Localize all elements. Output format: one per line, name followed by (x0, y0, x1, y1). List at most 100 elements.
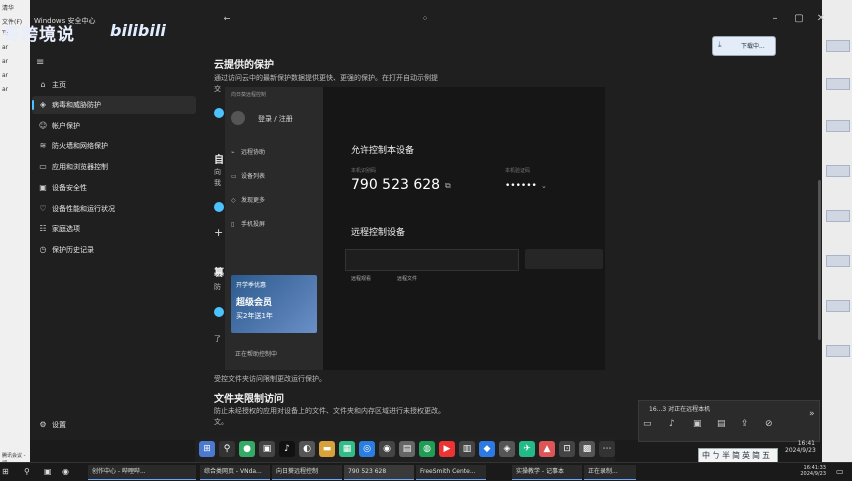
sidebar-item-label: 设备性能和运行状况 (52, 205, 115, 213)
app-icon[interactable]: ▦ (339, 441, 355, 457)
thumbnail[interactable] (826, 165, 850, 177)
thumbnail[interactable] (826, 300, 850, 312)
app-icon[interactable]: ◉ (62, 465, 69, 479)
sidebar-item-label: 家庭选项 (52, 225, 80, 233)
tiktok-icon[interactable]: ♪ (279, 441, 295, 457)
ime-key[interactable]: 中 (702, 450, 710, 461)
share-caption: 16...3 对正在远程本机 (649, 406, 711, 413)
app-icon[interactable]: ▩ (579, 441, 595, 457)
remote-file-link[interactable]: 远程文件 (397, 275, 417, 282)
taskbar-app[interactable]: FreeSmith Cente... (416, 465, 486, 480)
back-icon[interactable]: ← (218, 12, 236, 26)
sidebar-item-app-browser[interactable]: ▭ 应用和浏览器控制 (32, 158, 196, 176)
tamper-toggle[interactable] (214, 307, 224, 317)
app-icon[interactable]: ▣ (259, 441, 275, 457)
cloud-toggle[interactable] (214, 108, 224, 118)
remote-nav-phone[interactable]: ▯ 手机投屏 (231, 219, 265, 228)
promo-banner[interactable]: 开学季优惠 超级会员 买2年送1年 (231, 275, 317, 333)
taskbar-app[interactable]: 790 523 628 (344, 465, 414, 480)
task-view-icon[interactable]: ▣ (44, 465, 52, 479)
login-link[interactable]: 登录 / 注册 (258, 114, 293, 124)
start-icon[interactable]: ⊞ (199, 441, 215, 457)
sidebar-item-label: 保护历史记录 (52, 246, 94, 254)
sidebar-item-settings[interactable]: ⚙ 设置 (32, 416, 196, 434)
sidebar-item-firewall[interactable]: ≋ 防火墙和网络保护 (32, 137, 196, 155)
app-icon[interactable]: ▶ (439, 441, 455, 457)
ime-key[interactable]: 五 (762, 450, 770, 461)
thumbnail[interactable] (826, 40, 850, 52)
remote-id-input[interactable] (345, 249, 519, 271)
app-icon[interactable]: ✈ (519, 441, 535, 457)
taskbar-app[interactable]: 创作中心 - 哔哩哔... (88, 465, 196, 480)
search-icon[interactable]: ⚲ (219, 441, 235, 457)
taskbar-app[interactable]: 正在录制... (584, 465, 636, 480)
app-icon[interactable]: ● (239, 441, 255, 457)
search-icon[interactable]: ⚲ (24, 465, 30, 479)
remote-watch-link[interactable]: 远程观看 (351, 275, 371, 282)
share-icon[interactable]: ⇪ (741, 419, 749, 429)
sidebar-item-account[interactable]: ☺ 帐户保护 (32, 117, 196, 135)
sidebar-item-label: 主页 (52, 81, 66, 89)
ime-key[interactable]: 简 (732, 450, 740, 461)
sidebar-item-label: 设备安全性 (52, 184, 87, 192)
taskbar-app[interactable]: 实操教学 - 记事本 (512, 465, 582, 480)
sidebar-item-virus-protection[interactable]: ◈ 病毒和威胁防护 (32, 96, 196, 114)
camera-icon[interactable]: ▣ (693, 419, 702, 429)
app-icon[interactable]: ◆ (479, 441, 495, 457)
password-label: 本机验证码 (505, 168, 531, 174)
app-icon[interactable]: ▲ (539, 441, 555, 457)
sidebar-item-device-security[interactable]: ▣ 设备安全性 (32, 179, 196, 197)
copy-icon[interactable]: ⧉ (445, 181, 451, 191)
taskbar-app[interactable]: 向日葵远程控制 (272, 465, 342, 480)
ime-key[interactable]: 半 (722, 450, 730, 461)
download-chip[interactable]: ⤓ 下载中... (712, 36, 776, 56)
remote-nav-devices[interactable]: ▭ 设备列表 (231, 171, 265, 180)
wechat-icon[interactable]: ◍ (419, 441, 435, 457)
app-icon[interactable]: ⊡ (559, 441, 575, 457)
dock-clock[interactable]: 16:41 2024/9/23 (785, 440, 816, 454)
ime-key[interactable]: ㄅ (712, 450, 720, 461)
edge-icon[interactable]: ◎ (359, 441, 375, 457)
download-label: 下载中... (741, 43, 765, 50)
app-icon[interactable]: ⋯ (599, 441, 615, 457)
app-icon[interactable]: ◉ (379, 441, 395, 457)
ime-key[interactable]: 英 (742, 450, 750, 461)
add-icon[interactable]: + (214, 226, 223, 239)
notification-icon[interactable]: ▭ (836, 465, 844, 479)
remote-nav-more[interactable]: ◇ 发现更多 (231, 195, 265, 204)
thumbnail[interactable] (826, 78, 850, 90)
thumbnail[interactable] (826, 120, 850, 132)
promo-line2: 超级会员 (236, 298, 273, 308)
collapse-icon[interactable]: » (809, 409, 815, 419)
taskbar-clock[interactable]: 16:41:33 2024/9/23 (800, 465, 826, 477)
sidebar-item-history[interactable]: ◷ 保护历史记录 (32, 241, 196, 259)
thumbnail[interactable] (826, 345, 850, 357)
app-icon[interactable]: ▤ (399, 441, 415, 457)
sidebar-item-performance[interactable]: ♡ 设备性能和运行状况 (32, 200, 196, 218)
sidebar-item-home[interactable]: ⌂ 主页 (32, 76, 196, 94)
remote-nav-assist[interactable]: ⌁ 远程协助 (231, 147, 265, 156)
app-icon[interactable]: ◐ (299, 441, 315, 457)
folder-icon[interactable]: ▬ (319, 441, 335, 457)
stop-icon[interactable]: ⊘ (765, 419, 773, 429)
sidebar-item-family[interactable]: ☷ 家庭选项 (32, 220, 196, 238)
connect-button[interactable] (525, 249, 603, 269)
maximize-button[interactable]: ▢ (790, 12, 808, 26)
taskbar-app[interactable]: 综合类网页 - VNda... (200, 465, 270, 480)
thumbnail[interactable] (826, 255, 850, 267)
app-icon[interactable]: ◈ (499, 441, 515, 457)
auto-toggle[interactable] (214, 202, 224, 212)
windows-start-icon[interactable]: ⊞ (2, 465, 9, 479)
thumbnail[interactable] (826, 210, 850, 222)
chevron-down-icon[interactable]: ⌄ (541, 182, 547, 190)
close-button[interactable]: ✕ (812, 12, 830, 26)
scrollbar[interactable] (818, 180, 821, 340)
avatar[interactable] (231, 111, 245, 125)
app-icon[interactable]: ▥ (459, 441, 475, 457)
minimize-button[interactable]: – (766, 12, 784, 26)
screen-icon[interactable]: ▤ (717, 419, 726, 429)
mic-icon[interactable]: ♪ (669, 419, 675, 429)
app-window-icon: ▭ (39, 162, 47, 171)
ime-key[interactable]: 简 (752, 450, 760, 461)
chat-icon[interactable]: ▭ (643, 419, 652, 429)
